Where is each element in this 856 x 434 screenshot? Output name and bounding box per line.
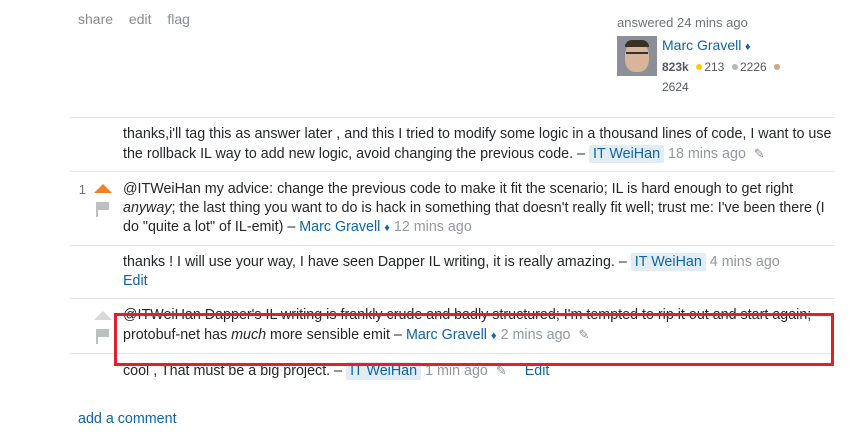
comment-text: cool , That must be a big project. – [123,363,343,379]
comment-date[interactable]: 2 mins ago [501,327,571,343]
gold-badge-count: 213 [704,60,725,74]
comment: cool , That must be a big project. – IT … [70,353,835,388]
comment-date[interactable]: 18 mins ago [668,146,746,162]
upvote-arrow-icon[interactable] [94,311,112,320]
comment: thanks ! I will use your way, I have see… [70,245,835,298]
comment-text-continued: ; the last thing you want to do is hack … [123,200,825,235]
answered-time: answered 24 mins ago [617,15,748,30]
gold-badge-icon [696,64,703,70]
comment: @ITWeiHan Dapper's IL writing is frankly… [70,298,835,353]
comment-date[interactable]: 1 min ago [425,363,488,379]
avatar[interactable] [617,36,657,76]
moderator-diamond-icon: ♦ [490,330,497,342]
comment-text: @ITWeiHan my advice: change the previous… [123,181,794,197]
comments-list: thanks,i'll tag this as answer later , a… [70,117,835,388]
reputation-score: 823k [662,60,689,74]
comment-user[interactable]: IT WeiHan [589,145,665,163]
share-link[interactable]: share [78,11,113,27]
upvote-arrow-icon[interactable] [94,184,112,193]
comment: thanks,i'll tag this as answer later , a… [70,117,835,171]
moderator-diamond-icon: ♦ [744,41,751,53]
comment: 1 @ITWeiHan my advice: change the previo… [70,171,835,245]
comment-score: 1 [78,182,86,197]
flag-icon[interactable] [96,202,110,217]
flag-icon[interactable] [96,329,110,344]
pencil-icon[interactable]: ✎ [496,361,507,380]
add-comment-link[interactable]: add a comment [78,411,177,427]
bronze-badge-icon [774,64,781,70]
silver-badge-icon [731,64,738,70]
pencil-icon[interactable]: ✎ [578,325,589,344]
pencil-icon[interactable]: ✎ [754,144,765,163]
comment-emphasis: much [231,327,267,343]
bronze-badge-count: 2624 [662,80,689,94]
silver-badge-count: 2226 [739,60,767,74]
edit-link[interactable]: edit [129,11,152,27]
comment-user[interactable]: IT WeiHan [346,362,422,380]
comment-date[interactable]: 12 mins ago [394,219,472,235]
moderator-diamond-icon: ♦ [384,222,390,234]
comment-date[interactable]: 4 mins ago [710,254,780,270]
flag-link[interactable]: flag [167,11,190,27]
comment-edit-link[interactable]: Edit [525,363,550,379]
comment-text-continued: more sensible emit – [266,327,402,343]
comment-user[interactable]: IT WeiHan [630,253,706,271]
comment-emphasis: anyway [123,200,172,216]
post-menu: share edit flag [78,11,202,27]
comment-user[interactable]: Marc Gravell [406,327,487,343]
comment-text: thanks ! I will use your way, I have see… [123,254,627,270]
user-card: answered 24 mins ago Marc Gravell ♦ 823k… [617,15,797,97]
user-name-link[interactable]: Marc Gravell [662,37,741,53]
comment-user[interactable]: Marc Gravell [299,219,380,235]
comment-edit-link[interactable]: Edit [123,272,835,291]
